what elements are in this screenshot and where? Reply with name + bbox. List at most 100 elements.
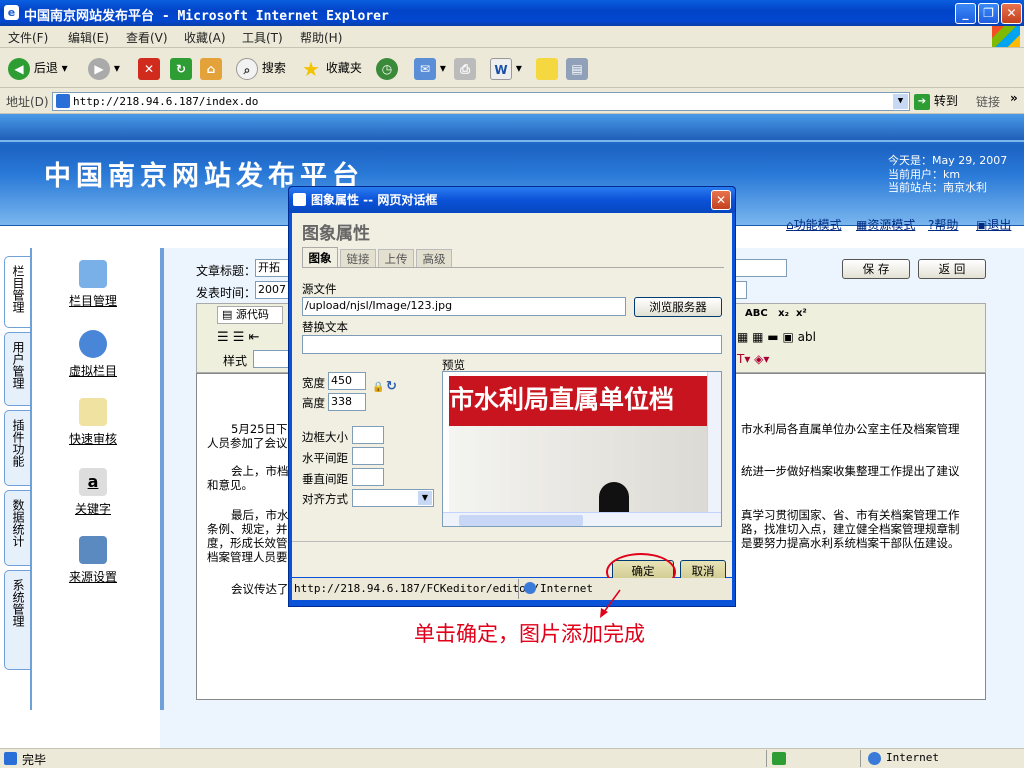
messenger-button[interactable]: ▤ bbox=[566, 56, 588, 80]
go-arrow-icon: ➔ bbox=[914, 93, 930, 110]
address-label: 地址(D) bbox=[6, 95, 49, 109]
return-button[interactable]: 返 回 bbox=[918, 259, 986, 279]
refresh-button[interactable]: ↻ bbox=[170, 56, 192, 80]
dialog-ie-icon bbox=[293, 193, 306, 206]
main-left-border bbox=[160, 248, 164, 710]
button-divider bbox=[292, 541, 732, 542]
lock-ratio-icon[interactable]: 🔒 bbox=[372, 382, 384, 393]
sidebar-tab-stats[interactable]: 数据统计 bbox=[4, 490, 30, 566]
back-button[interactable]: ◀ 后退 ▾ bbox=[8, 56, 68, 80]
links-label[interactable]: 链接 bbox=[976, 93, 1000, 110]
alt-text-label: 替换文本 bbox=[302, 320, 348, 334]
preview-h-thumb[interactable] bbox=[459, 515, 583, 526]
align-dropdown-icon[interactable]: ▼ bbox=[418, 491, 432, 505]
minimize-button[interactable]: _ bbox=[955, 3, 976, 24]
reset-size-icon[interactable]: ↻ bbox=[386, 379, 397, 394]
style-select[interactable] bbox=[253, 350, 293, 368]
tab-image[interactable]: 图象 bbox=[302, 247, 338, 268]
chevron-right-icon[interactable]: » bbox=[1010, 91, 1018, 105]
tab-link[interactable]: 链接 bbox=[340, 249, 376, 268]
sidebar-tab-user[interactable]: 用户管理 bbox=[4, 332, 30, 406]
status-text: 完毕 bbox=[22, 753, 47, 767]
width-input[interactable]: 450 bbox=[328, 372, 366, 390]
close-button[interactable]: ✕ bbox=[1001, 3, 1022, 24]
statusbar: 完毕 Internet bbox=[0, 748, 1024, 768]
height-input[interactable]: 338 bbox=[328, 393, 366, 411]
go-button[interactable]: ➔ 转到 bbox=[914, 92, 958, 110]
border-input[interactable] bbox=[352, 426, 384, 444]
address-bar: 地址(D) http://218.94.6.187/index.do ▼ ➔ 转… bbox=[0, 88, 1024, 114]
annotation-arrow bbox=[600, 589, 621, 618]
sidebar-item-source-settings[interactable]: 来源设置 bbox=[58, 536, 128, 585]
print-icon: ⎙ bbox=[454, 57, 476, 80]
favorites-button[interactable]: ★ 收藏夹 bbox=[300, 56, 362, 80]
forward-button[interactable]: ▶ ▾ bbox=[88, 56, 120, 80]
hspace-input[interactable] bbox=[352, 447, 384, 465]
history-button[interactable]: ◷ bbox=[376, 56, 398, 80]
tab-advanced[interactable]: 高级 bbox=[416, 249, 452, 268]
preview-image: 市水利局直属单位档 bbox=[449, 376, 707, 512]
menu-help[interactable]: 帮助(H) bbox=[300, 29, 342, 46]
color-tools-icons[interactable]: T▾ ◈▾ bbox=[737, 352, 769, 366]
print-button[interactable]: ⎙ bbox=[454, 56, 476, 80]
sidebar-tab-column[interactable]: 栏目管理 bbox=[4, 256, 30, 328]
source-file-input[interactable]: /upload/njsl/Image/123.jpg bbox=[302, 297, 626, 316]
resource-mode-link[interactable]: ▦资源模式 bbox=[856, 216, 915, 233]
stop-button[interactable]: ✕ bbox=[138, 56, 160, 80]
list-icons[interactable]: ☰ ☰ ⇤ bbox=[217, 330, 259, 345]
height-label: 高度 bbox=[302, 396, 325, 410]
menubar: 文件(F) 编辑(E) 查看(V) 收藏(A) 工具(T) 帮助(H) bbox=[0, 26, 1024, 48]
browse-server-button[interactable]: 浏览服务器 bbox=[634, 297, 722, 317]
sidebar-tab-system[interactable]: 系统管理 bbox=[4, 570, 30, 670]
address-dropdown-icon[interactable]: ▼ bbox=[893, 94, 908, 109]
menu-edit[interactable]: 编辑(E) bbox=[68, 29, 109, 46]
align-select[interactable]: ▼ bbox=[352, 489, 434, 507]
vspace-label: 垂直间距 bbox=[302, 472, 348, 486]
dialog-close-button[interactable]: ✕ bbox=[711, 190, 731, 210]
source-icon bbox=[79, 536, 107, 564]
help-link[interactable]: ?帮助 bbox=[928, 216, 958, 233]
menu-tools[interactable]: 工具(T) bbox=[242, 29, 283, 46]
menu-file[interactable]: 文件(F) bbox=[8, 29, 48, 46]
article-time-label: 发表时间： bbox=[196, 286, 257, 300]
search-button[interactable]: ⌕ 搜索 bbox=[236, 56, 286, 80]
function-mode-link[interactable]: ⌂功能模式 bbox=[786, 216, 842, 233]
alt-text-input[interactable] bbox=[302, 335, 722, 354]
preview-v-scrollbar[interactable] bbox=[707, 372, 721, 512]
sidebar-tab-plugin[interactable]: 插件功能 bbox=[4, 410, 30, 486]
source-file-label: 源文件 bbox=[302, 282, 337, 296]
discuss-button[interactable] bbox=[536, 56, 558, 80]
save-button[interactable]: 保 存 bbox=[842, 259, 910, 279]
sidebar-item-quick-review[interactable]: 快速审核 bbox=[58, 398, 128, 447]
maximize-button[interactable]: ❐ bbox=[978, 3, 999, 24]
logout-link[interactable]: ▣退出 bbox=[976, 216, 1011, 233]
back-arrow-icon: ◀ bbox=[8, 57, 30, 80]
internet-globe-icon bbox=[524, 582, 536, 594]
note-icon bbox=[536, 57, 558, 80]
preview-h-scrollbar[interactable] bbox=[443, 512, 721, 526]
menu-favorites[interactable]: 收藏(A) bbox=[184, 29, 226, 46]
menu-view[interactable]: 查看(V) bbox=[126, 29, 168, 46]
word-icon: W bbox=[490, 57, 512, 80]
spellcheck-icon[interactable]: ABC x₂ x² bbox=[745, 308, 807, 319]
sidebar-item-keywords[interactable]: a 关键字 bbox=[58, 468, 128, 517]
sidebar: 栏目管理 用户管理 插件功能 数据统计 系统管理 栏目管理 虚拟栏目 快速审核 … bbox=[0, 248, 160, 748]
vspace-input[interactable] bbox=[352, 468, 384, 486]
window-title: 中国南京网站发布平台 - Microsoft Internet Explorer bbox=[24, 9, 389, 24]
hspace-label: 水平间距 bbox=[302, 451, 348, 465]
tab-upload[interactable]: 上传 bbox=[378, 249, 414, 268]
source-code-button[interactable]: ▤ 源代码 bbox=[217, 306, 283, 324]
home-button[interactable]: ⌂ bbox=[200, 56, 222, 80]
search-icon: ⌕ bbox=[236, 57, 258, 80]
globe-icon bbox=[79, 330, 107, 358]
history-icon: ◷ bbox=[376, 57, 398, 80]
address-input[interactable]: http://218.94.6.187/index.do ▼ bbox=[52, 92, 910, 111]
mail-button[interactable]: ✉ ▾ bbox=[414, 56, 446, 80]
tab-divider bbox=[302, 267, 724, 268]
sidebar-item-virtual-column[interactable]: 虚拟栏目 bbox=[58, 330, 128, 379]
annotation-text: 单击确定，图片添加完成 bbox=[414, 622, 645, 646]
border-label: 边框大小 bbox=[302, 430, 348, 444]
edit-word-button[interactable]: W ▾ bbox=[490, 56, 522, 80]
table-tools-icons[interactable]: ▦ ▦ ▬ ▣ abl bbox=[737, 330, 816, 344]
sidebar-item-column-manage[interactable]: 栏目管理 bbox=[58, 260, 128, 309]
